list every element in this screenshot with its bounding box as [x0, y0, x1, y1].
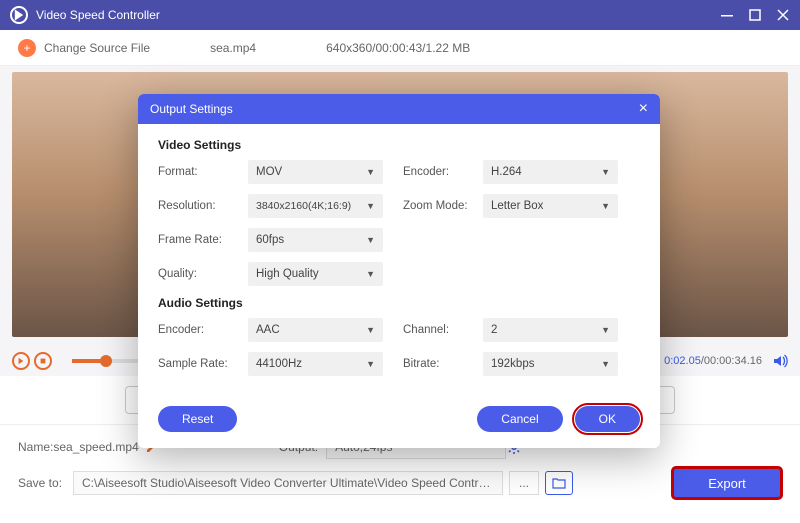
- play-button[interactable]: [12, 352, 30, 370]
- cancel-button[interactable]: Cancel: [477, 406, 562, 432]
- dialog-header: Output Settings ×: [138, 94, 660, 124]
- bitrate-select[interactable]: 192kbps▼: [483, 352, 618, 376]
- chevron-down-icon: ▼: [366, 359, 375, 369]
- dialog-footer: Reset Cancel OK: [138, 396, 660, 448]
- saveto-label: Save to:: [18, 476, 73, 490]
- chevron-down-icon: ▼: [366, 201, 375, 211]
- sample-rate-label: Sample Rate:: [158, 358, 248, 370]
- resolution-label: Resolution:: [158, 200, 248, 212]
- frame-rate-select[interactable]: 60fps▼: [248, 228, 383, 252]
- bitrate-label: Bitrate:: [403, 358, 483, 370]
- chevron-down-icon: ▼: [366, 269, 375, 279]
- quality-label: Quality:: [158, 268, 248, 280]
- output-settings-dialog: Output Settings × Video Settings Format:…: [138, 94, 660, 448]
- zoom-mode-select[interactable]: Letter Box▼: [483, 194, 618, 218]
- channel-select[interactable]: 2▼: [483, 318, 618, 342]
- export-button[interactable]: Export: [672, 467, 782, 499]
- chevron-down-icon: ▼: [601, 201, 610, 211]
- frame-rate-label: Frame Rate:: [158, 234, 248, 246]
- app-logo-icon: [10, 6, 28, 24]
- sample-rate-select[interactable]: 44100Hz▼: [248, 352, 383, 376]
- maximize-button[interactable]: [748, 8, 762, 22]
- volume-icon[interactable]: [772, 353, 788, 369]
- browse-button[interactable]: ...: [509, 471, 539, 495]
- audio-settings-heading: Audio Settings: [158, 296, 640, 310]
- ok-button[interactable]: OK: [575, 406, 640, 432]
- video-encoder-select[interactable]: H.264▼: [483, 160, 618, 184]
- format-select[interactable]: MOV▼: [248, 160, 383, 184]
- close-button[interactable]: [776, 8, 790, 22]
- source-fileinfo: 640x360/00:00:43/1.22 MB: [326, 41, 470, 55]
- zoom-mode-label: Zoom Mode:: [403, 200, 483, 212]
- reset-button[interactable]: Reset: [158, 406, 237, 432]
- channel-label: Channel:: [403, 324, 483, 336]
- source-filename: sea.mp4: [210, 41, 256, 55]
- open-folder-icon[interactable]: [545, 471, 573, 495]
- chevron-down-icon: ▼: [601, 167, 610, 177]
- app-title: Video Speed Controller: [36, 8, 720, 22]
- change-source-label: Change Source File: [44, 41, 150, 55]
- chevron-down-icon: ▼: [366, 325, 375, 335]
- saveto-path-input[interactable]: C:\Aiseesoft Studio\Aiseesoft Video Conv…: [73, 471, 503, 495]
- quality-select[interactable]: High Quality▼: [248, 262, 383, 286]
- dialog-title: Output Settings: [150, 102, 639, 116]
- name-label: Name:: [18, 440, 53, 454]
- output-name: sea_speed.mp4: [53, 440, 138, 454]
- seek-thumb[interactable]: [100, 355, 112, 367]
- chevron-down-icon: ▼: [601, 325, 610, 335]
- format-label: Format:: [158, 166, 248, 178]
- chevron-down-icon: ▼: [366, 167, 375, 177]
- audio-encoder-select[interactable]: AAC▼: [248, 318, 383, 342]
- chevron-down-icon: ▼: [366, 235, 375, 245]
- plus-icon: +: [18, 39, 36, 57]
- chevron-down-icon: ▼: [601, 359, 610, 369]
- video-settings-heading: Video Settings: [158, 138, 640, 152]
- source-toolbar: + Change Source File sea.mp4 640x360/00:…: [0, 30, 800, 66]
- dialog-close-icon[interactable]: ×: [639, 100, 648, 118]
- titlebar: Video Speed Controller: [0, 0, 800, 30]
- playback-time: 0:02.05/00:00:34.16: [664, 355, 762, 367]
- encoder-label: Encoder:: [403, 166, 483, 178]
- change-source-button[interactable]: + Change Source File: [18, 39, 150, 57]
- stop-button[interactable]: [34, 352, 52, 370]
- audio-encoder-label: Encoder:: [158, 324, 248, 336]
- minimize-button[interactable]: [720, 8, 734, 22]
- resolution-select[interactable]: 3840x2160(4K;16:9)▼: [248, 194, 383, 218]
